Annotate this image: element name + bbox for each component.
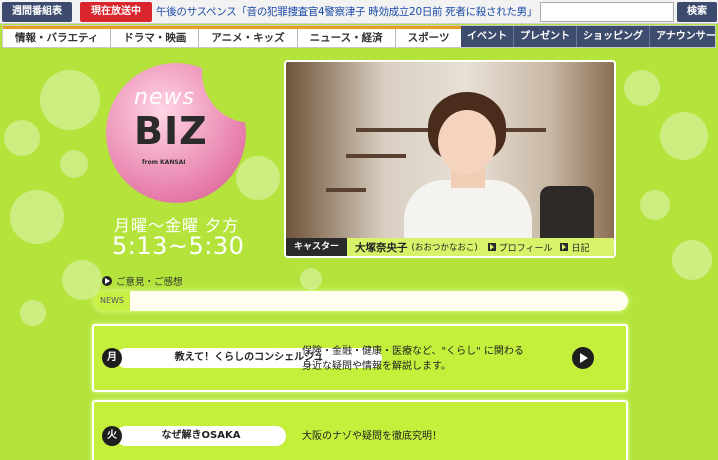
decor-bubble — [624, 70, 660, 106]
decor-bubble — [10, 190, 64, 244]
day-badge: 火 — [102, 426, 122, 446]
decor-bubble — [20, 300, 46, 326]
corner-description: 大阪のナゾや疑問を徹底究明！ — [302, 429, 442, 444]
onair-badge: 現在放送中 — [80, 2, 152, 22]
main-nav: 情報・バラエティ ドラマ・映画 アニメ・キッズ ニュース・経済 スポーツ イベン… — [2, 25, 716, 48]
feedback-label: ご意見・ご感想 — [116, 277, 183, 288]
decor-bubble — [4, 120, 40, 156]
studio-shelf — [326, 188, 366, 192]
nav-item-anime[interactable]: アニメ・キッズ — [199, 29, 298, 47]
corner-description-line: 大阪のナゾや疑問を徹底究明！ — [302, 431, 442, 442]
day-badge: 月 — [102, 348, 122, 368]
studio-shelf — [346, 154, 406, 158]
caster-photo: キャスター 大塚奈央子 (おおつかなおこ) プロフィール 日記 — [284, 60, 616, 258]
search-button[interactable]: 検索 — [677, 2, 717, 22]
onair-program-link[interactable]: 午後のサスペンス「音の犯罪捜査官4警察津子 時効成立20日前 死者に殺された男」 — [156, 2, 532, 22]
nav-genres: 情報・バラエティ ドラマ・映画 アニメ・キッズ ニュース・経済 スポーツ — [3, 26, 463, 47]
nav-item-announcer[interactable]: アナウンサー — [650, 26, 718, 47]
caster-name: 大塚奈央子 — [355, 241, 408, 254]
news-label: NEWS — [94, 291, 130, 311]
arrow-circle-icon — [102, 276, 112, 286]
search-input[interactable] — [540, 2, 674, 22]
nav-item-sports[interactable]: スポーツ — [396, 29, 463, 47]
caster-info-bar: キャスター 大塚奈央子 (おおつかなおこ) プロフィール 日記 — [286, 238, 614, 256]
caster-diary-label: 日記 — [571, 243, 590, 254]
air-time: 5:13~5:30 — [112, 232, 245, 260]
caster-profile-label: プロフィール — [498, 243, 553, 254]
corner-description: 保険・金融・健康・医療など、"くらし" に関わる 身近な疑問や情報を解説します。 — [302, 344, 524, 374]
caster-reading: (おおつかなおこ) — [411, 243, 478, 253]
logo-cutout — [202, 63, 246, 123]
decor-bubble — [640, 190, 670, 220]
decor-bubble — [40, 70, 100, 130]
decor-bubble — [660, 112, 708, 160]
arrow-square-icon — [487, 243, 496, 251]
decor-bubble — [236, 156, 280, 200]
arrow-right-icon[interactable] — [572, 347, 594, 369]
arrow-square-icon — [560, 243, 569, 251]
caster-diary-link[interactable]: 日記 — [560, 241, 597, 254]
logo-from-text: from KANSAI — [142, 159, 186, 166]
nav-item-event[interactable]: イベント — [461, 26, 514, 47]
decor-bubble — [60, 150, 88, 178]
corner-card-tuesday[interactable]: なぜ解きOSAKA 火 大阪のナゾや疑問を徹底究明！ — [92, 400, 628, 460]
caster-face — [438, 110, 496, 174]
newsbiz-logo[interactable]: news BIZ from KANSAI — [106, 63, 246, 203]
nav-services: イベント プレゼント ショッピング アナウンサー — [461, 26, 718, 47]
weekly-schedule-button[interactable]: 週間番組表 — [2, 2, 72, 22]
logo-news-text: news — [134, 85, 195, 110]
decor-bubble — [300, 268, 322, 290]
corner-card-monday[interactable]: 教えて！くらしのコンシェルジュ 月 保険・金融・健康・医療など、"くらし" に関… — [92, 324, 628, 392]
caster-profile-link[interactable]: プロフィール — [487, 241, 561, 254]
nav-item-shopping[interactable]: ショッピング — [577, 26, 650, 47]
nav-item-variety[interactable]: 情報・バラエティ — [3, 29, 112, 47]
nav-item-present[interactable]: プレゼント — [514, 26, 577, 47]
caster-label: キャスター — [286, 238, 348, 256]
feedback-link[interactable]: ご意見・ご感想 — [102, 274, 183, 288]
corner-description-line: 身近な疑問や情報を解説します。 — [302, 361, 451, 372]
corner-title: なぜ解きOSAKA — [116, 426, 286, 446]
nav-item-news[interactable]: ニュース・経済 — [298, 29, 396, 47]
news-ticker-bar: NEWS — [94, 291, 628, 311]
logo-biz-text: BIZ — [134, 109, 208, 153]
nav-item-drama[interactable]: ドラマ・映画 — [111, 29, 200, 47]
top-bar: 週間番組表 現在放送中 午後のサスペンス「音の犯罪捜査官4警察津子 時効成立20… — [0, 0, 718, 24]
corner-description-line: 保険・金融・健康・医療など、"くらし" に関わる — [302, 346, 524, 357]
decor-bubble — [672, 240, 712, 280]
